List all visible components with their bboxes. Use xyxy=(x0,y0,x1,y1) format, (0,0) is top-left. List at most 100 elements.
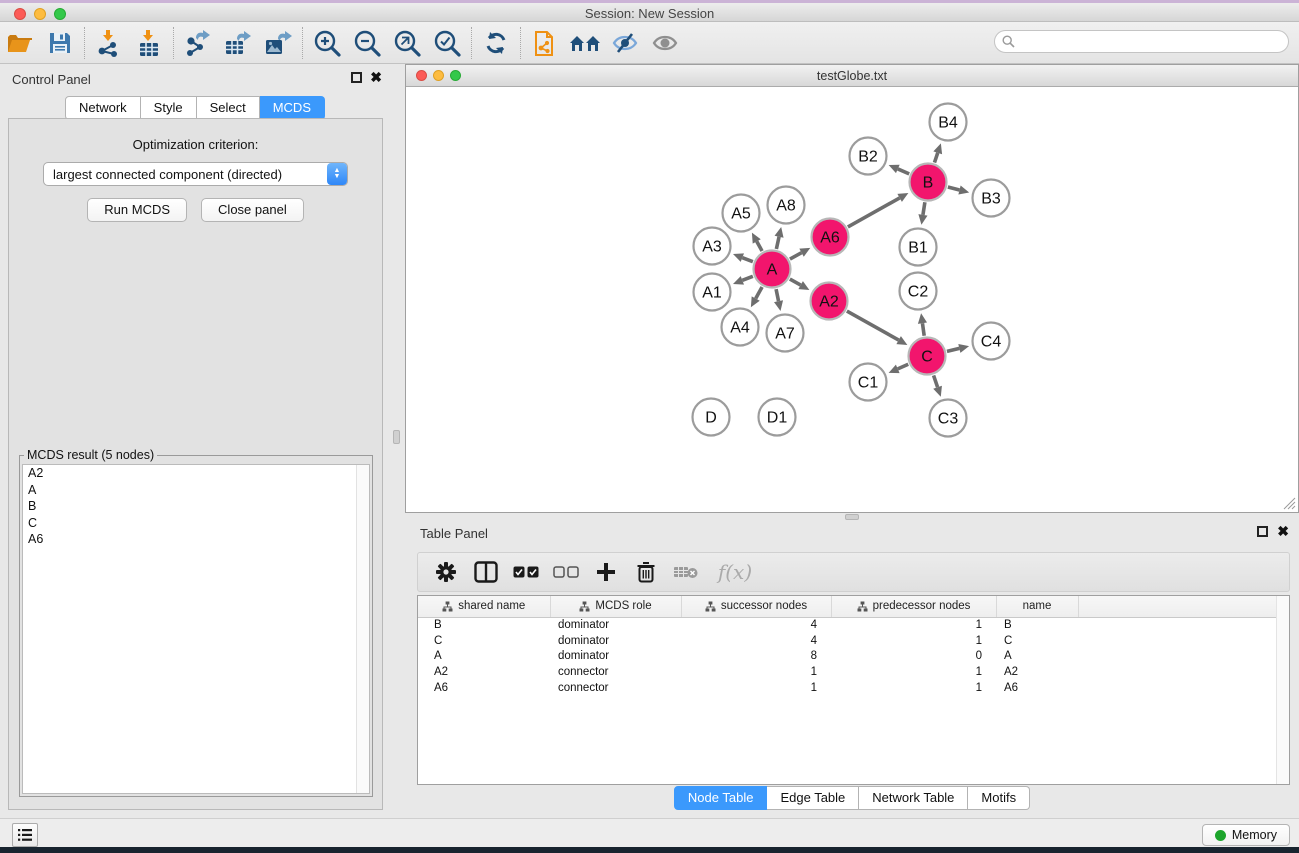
node-A7[interactable]: A7 xyxy=(767,315,804,352)
edge-C-C4[interactable] xyxy=(947,344,969,353)
panel-divider-handle[interactable] xyxy=(393,430,400,444)
table-cell[interactable]: connector xyxy=(550,664,681,680)
open-session-button[interactable] xyxy=(0,24,40,62)
node-B3[interactable]: B3 xyxy=(973,180,1010,217)
table-cell[interactable]: 1 xyxy=(831,617,996,633)
import-network-button[interactable] xyxy=(89,24,129,62)
edge-A-A1[interactable] xyxy=(733,276,753,285)
show-graphics-details-button[interactable] xyxy=(645,24,685,62)
edge-A-A6[interactable] xyxy=(790,248,810,259)
table-cell[interactable]: dominator xyxy=(550,633,681,649)
node-table[interactable]: shared nameMCDS rolesuccessor nodesprede… xyxy=(417,595,1290,785)
edge-A6-B[interactable] xyxy=(848,193,909,227)
table-row[interactable]: A2connector11A2 xyxy=(418,664,1289,680)
edge-B-B3[interactable] xyxy=(948,186,969,195)
node-A5[interactable]: A5 xyxy=(723,195,760,232)
table-cell[interactable]: A6 xyxy=(996,680,1078,696)
tab-motifs[interactable]: Motifs xyxy=(968,786,1030,810)
import-table-button[interactable] xyxy=(129,24,169,62)
node-A[interactable]: A xyxy=(754,251,791,288)
node-C1[interactable]: C1 xyxy=(850,364,887,401)
node-A1[interactable]: A1 xyxy=(694,274,731,311)
edge-B-B1[interactable] xyxy=(918,202,927,225)
table-cell[interactable]: A6 xyxy=(418,680,550,696)
table-cell[interactable]: 1 xyxy=(831,633,996,649)
tab-node-table[interactable]: Node Table xyxy=(674,786,768,810)
edge-A-A4[interactable] xyxy=(751,287,762,307)
node-C2[interactable]: C2 xyxy=(900,273,937,310)
column-header-mcds-role[interactable]: MCDS role xyxy=(550,596,681,617)
export-table-button[interactable] xyxy=(218,24,258,62)
table-cell[interactable]: 1 xyxy=(831,680,996,696)
node-B1[interactable]: B1 xyxy=(900,229,937,266)
deselect-all-checkboxes-button[interactable] xyxy=(548,555,584,589)
function-builder-button[interactable]: f(x) xyxy=(708,555,762,589)
node-A4[interactable]: A4 xyxy=(722,309,759,346)
mcds-result-item[interactable]: A2 xyxy=(23,465,369,482)
edge-C-C2[interactable] xyxy=(918,313,927,335)
network-window-titlebar[interactable]: testGlobe.txt xyxy=(406,65,1298,87)
table-cell[interactable] xyxy=(1078,617,1289,633)
mcds-result-list[interactable]: A2ABCA6 xyxy=(22,464,370,794)
select-all-checkboxes-button[interactable] xyxy=(508,555,544,589)
network-from-file-button[interactable] xyxy=(525,24,565,62)
table-cell[interactable]: A2 xyxy=(418,664,550,680)
memory-button[interactable]: Memory xyxy=(1202,824,1290,846)
node-B2[interactable]: B2 xyxy=(850,138,887,175)
edge-B-B2[interactable] xyxy=(889,165,910,174)
zoom-selected-button[interactable] xyxy=(427,24,467,62)
zoom-out-button[interactable] xyxy=(347,24,387,62)
table-cell[interactable]: dominator xyxy=(550,617,681,633)
table-row[interactable]: A6connector11A6 xyxy=(418,680,1289,696)
add-column-button[interactable] xyxy=(588,555,624,589)
node-B[interactable]: B xyxy=(910,164,947,201)
table-cell[interactable]: connector xyxy=(550,680,681,696)
mcds-result-item[interactable]: A6 xyxy=(23,531,369,548)
node-B4[interactable]: B4 xyxy=(930,104,967,141)
table-cell[interactable] xyxy=(1078,680,1289,696)
toggle-column-button[interactable] xyxy=(468,555,504,589)
node-A8[interactable]: A8 xyxy=(768,187,805,224)
edge-A-A2[interactable] xyxy=(790,279,810,290)
run-mcds-button[interactable]: Run MCDS xyxy=(87,198,187,222)
table-cell[interactable]: A xyxy=(418,649,550,665)
home-button[interactable] xyxy=(565,24,605,62)
edge-A-A5[interactable] xyxy=(752,233,762,251)
tab-network[interactable]: Network xyxy=(65,96,141,120)
close-table-panel-icon[interactable]: ✖ xyxy=(1277,526,1289,537)
table-cell[interactable]: dominator xyxy=(550,649,681,665)
table-cell[interactable]: 0 xyxy=(831,649,996,665)
node-C3[interactable]: C3 xyxy=(930,400,967,437)
edge-A-A3[interactable] xyxy=(733,253,753,262)
mcds-result-item[interactable]: C xyxy=(23,515,369,532)
node-D1[interactable]: D1 xyxy=(759,399,796,436)
mcds-result-item[interactable]: B xyxy=(23,498,369,515)
tab-style[interactable]: Style xyxy=(141,96,197,120)
edge-A2-C[interactable] xyxy=(847,311,908,345)
tab-network-table[interactable]: Network Table xyxy=(859,786,968,810)
table-cell[interactable]: 1 xyxy=(831,664,996,680)
column-header-shared-name[interactable]: shared name xyxy=(418,596,550,617)
table-cell[interactable]: A2 xyxy=(996,664,1078,680)
column-header-predecessor-nodes[interactable]: predecessor nodes xyxy=(831,596,996,617)
refresh-button[interactable] xyxy=(476,24,516,62)
table-scrollbar[interactable] xyxy=(1276,596,1289,784)
table-settings-button[interactable] xyxy=(428,555,464,589)
node-A3[interactable]: A3 xyxy=(694,228,731,265)
delete-table-button[interactable] xyxy=(668,555,704,589)
resize-grip-icon[interactable] xyxy=(1283,497,1296,510)
table-cell[interactable]: B xyxy=(996,617,1078,633)
task-history-button[interactable] xyxy=(12,823,38,847)
network-view-window[interactable]: testGlobe.txt B4B2BB3A8A5A6A3B1AA1C2A2A4… xyxy=(405,64,1299,513)
table-cell[interactable]: B xyxy=(418,617,550,633)
edge-C-C1[interactable] xyxy=(889,364,909,373)
table-cell[interactable]: C xyxy=(418,633,550,649)
export-image-button[interactable] xyxy=(258,24,298,62)
mcds-result-item[interactable]: A xyxy=(23,482,369,499)
table-cell[interactable]: 4 xyxy=(681,633,831,649)
search-field[interactable] xyxy=(994,30,1289,53)
table-cell[interactable]: 8 xyxy=(681,649,831,665)
tab-edge-table[interactable]: Edge Table xyxy=(767,786,859,810)
delete-column-button[interactable] xyxy=(628,555,664,589)
table-row[interactable]: Cdominator41C xyxy=(418,633,1289,649)
